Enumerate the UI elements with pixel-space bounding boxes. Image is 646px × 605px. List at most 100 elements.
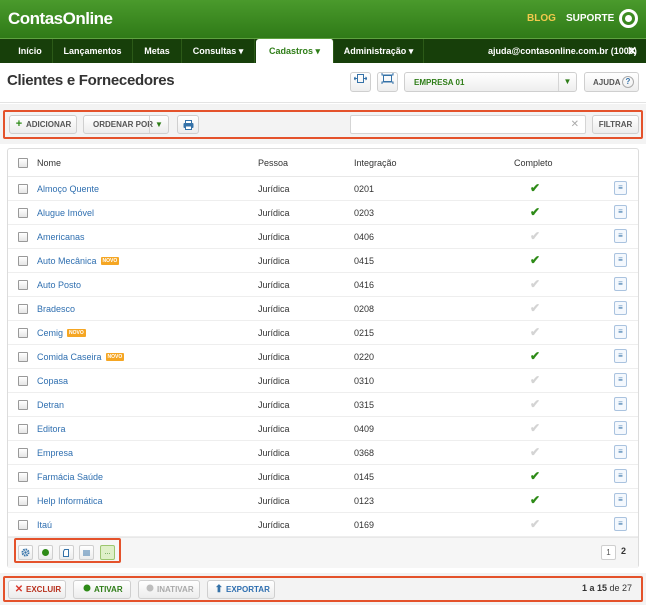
- nav-lancamentos[interactable]: Lançamentos: [53, 39, 133, 63]
- column-header-person[interactable]: Pessoa: [258, 158, 288, 168]
- expand-width-button[interactable]: [350, 72, 371, 92]
- logout-close-icon[interactable]: ✕: [627, 39, 637, 63]
- nav-administracao[interactable]: Administração ▾: [334, 39, 424, 63]
- fullscreen-button[interactable]: [377, 72, 398, 92]
- edit-document-icon[interactable]: ≡: [614, 469, 627, 483]
- edit-document-icon[interactable]: ≡: [614, 229, 627, 243]
- select-all-checkbox[interactable]: [18, 158, 28, 168]
- integration-code-cell: 0169: [354, 520, 375, 530]
- search-input[interactable]: ✕: [350, 115, 586, 134]
- client-name-link[interactable]: Detran: [37, 400, 64, 410]
- row-checkbox[interactable]: [18, 208, 28, 218]
- company-select[interactable]: EMPRESA 01 ▼: [404, 72, 577, 92]
- logo[interactable]: ContasOnline: [8, 9, 113, 29]
- row-checkbox[interactable]: [18, 256, 28, 266]
- table-row[interactable]: Cemig NOVO Jurídica 0215 ✔ ≡: [8, 321, 638, 345]
- user-account[interactable]: ajuda@contasonline.com.br (1000): [488, 39, 637, 63]
- nav-metas[interactable]: Metas: [133, 39, 182, 63]
- table-row[interactable]: Empresa Jurídica 0368 ✔ ≡: [8, 441, 638, 465]
- table-header: Nome Pessoa Integração Completo: [8, 149, 638, 177]
- client-name-link[interactable]: Copasa: [37, 376, 68, 386]
- page-2-button[interactable]: 2: [621, 546, 626, 556]
- edit-document-icon[interactable]: ≡: [614, 181, 627, 195]
- client-name-link[interactable]: Comida Caseira: [37, 352, 102, 362]
- table-row[interactable]: Americanas Jurídica 0406 ✔ ≡: [8, 225, 638, 249]
- row-name-cell: Comida Caseira NOVO: [37, 352, 125, 362]
- table-row[interactable]: Auto Mecânica NOVO Jurídica 0415 ✔ ≡: [8, 249, 638, 273]
- row-checkbox[interactable]: [18, 400, 28, 410]
- nav-inicio[interactable]: Início: [8, 39, 53, 63]
- client-name-link[interactable]: Bradesco: [37, 304, 75, 314]
- client-name-link[interactable]: Editora: [37, 424, 66, 434]
- row-checkbox[interactable]: [18, 520, 28, 530]
- person-type-cell: Jurídica: [258, 520, 290, 530]
- clear-search-icon[interactable]: ✕: [571, 119, 579, 130]
- table-row[interactable]: Comida Caseira NOVO Jurídica 0220 ✔ ≡: [8, 345, 638, 369]
- row-checkbox[interactable]: [18, 280, 28, 290]
- row-checkbox[interactable]: [18, 328, 28, 338]
- activate-button[interactable]: ATIVAR: [73, 580, 131, 599]
- row-checkbox[interactable]: [18, 424, 28, 434]
- row-checkbox[interactable]: [18, 472, 28, 482]
- delete-button[interactable]: ✕ EXCLUIR: [8, 580, 66, 599]
- print-button[interactable]: [177, 115, 199, 134]
- edit-document-icon[interactable]: ≡: [614, 493, 627, 507]
- integration-code-cell: 0310: [354, 376, 375, 386]
- edit-document-icon[interactable]: ≡: [614, 445, 627, 459]
- table-row[interactable]: Farmácia Saúde Jurídica 0145 ✔ ≡: [8, 465, 638, 489]
- filter-button[interactable]: FILTRAR: [592, 115, 639, 134]
- table-row[interactable]: Editora Jurídica 0409 ✔ ≡: [8, 417, 638, 441]
- edit-document-icon[interactable]: ≡: [614, 205, 627, 219]
- nav-cadastros[interactable]: Cadastros ▾: [256, 39, 334, 64]
- edit-document-icon[interactable]: ≡: [614, 253, 627, 267]
- edit-document-icon[interactable]: ≡: [614, 301, 627, 315]
- blog-link[interactable]: BLOG: [527, 13, 556, 24]
- order-by-dropdown[interactable]: ORDENAR POR ▼: [83, 115, 169, 134]
- column-header-name[interactable]: Nome: [37, 158, 61, 168]
- contasonline-icon[interactable]: [619, 9, 638, 28]
- client-name-link[interactable]: Americanas: [37, 232, 85, 242]
- export-button[interactable]: ⬆ EXPORTAR: [207, 580, 275, 599]
- nav-consultas[interactable]: Consultas ▾: [182, 39, 255, 63]
- client-name-link[interactable]: Help Informática: [37, 496, 103, 506]
- edit-document-icon[interactable]: ≡: [614, 349, 627, 363]
- table-row[interactable]: Copasa Jurídica 0310 ✔ ≡: [8, 369, 638, 393]
- page-1-button[interactable]: 1: [601, 545, 616, 560]
- client-name-link[interactable]: Empresa: [37, 448, 73, 458]
- client-name-link[interactable]: Almoço Quente: [37, 184, 99, 194]
- row-checkbox[interactable]: [18, 304, 28, 314]
- row-checkbox[interactable]: [18, 496, 28, 506]
- edit-document-icon[interactable]: ≡: [614, 421, 627, 435]
- deactivate-button[interactable]: INATIVAR: [138, 580, 200, 599]
- client-name-link[interactable]: Itaú: [37, 520, 52, 530]
- client-name-link[interactable]: Auto Mecânica: [37, 256, 97, 266]
- table-row[interactable]: Bradesco Jurídica 0208 ✔ ≡: [8, 297, 638, 321]
- row-checkbox[interactable]: [18, 232, 28, 242]
- support-link[interactable]: SUPORTE: [566, 13, 614, 24]
- edit-document-icon[interactable]: ≡: [614, 517, 627, 531]
- help-button[interactable]: AJUDA ?: [584, 72, 639, 92]
- table-row[interactable]: Auto Posto Jurídica 0416 ✔ ≡: [8, 273, 638, 297]
- row-checkbox[interactable]: [18, 352, 28, 362]
- edit-document-icon[interactable]: ≡: [614, 373, 627, 387]
- table-row[interactable]: Detran Jurídica 0315 ✔ ≡: [8, 393, 638, 417]
- edit-document-icon[interactable]: ≡: [614, 397, 627, 411]
- row-checkbox[interactable]: [18, 448, 28, 458]
- row-checkbox[interactable]: [18, 184, 28, 194]
- edit-document-icon[interactable]: ≡: [614, 325, 627, 339]
- person-type-cell: Jurídica: [258, 184, 290, 194]
- client-name-link[interactable]: Auto Posto: [37, 280, 81, 290]
- edit-document-icon[interactable]: ≡: [614, 277, 627, 291]
- client-name-link[interactable]: Farmácia Saúde: [37, 472, 103, 482]
- table-row[interactable]: Almoço Quente Jurídica 0201 ✔ ≡: [8, 177, 638, 201]
- client-name-link[interactable]: Alugue Imóvel: [37, 208, 94, 218]
- table-row[interactable]: Alugue Imóvel Jurídica 0203 ✔ ≡: [8, 201, 638, 225]
- add-button[interactable]: + ADICIONAR: [9, 115, 77, 134]
- person-type-cell: Jurídica: [258, 328, 290, 338]
- client-name-link[interactable]: Cemig: [37, 328, 63, 338]
- table-row[interactable]: Help Informática Jurídica 0123 ✔ ≡: [8, 489, 638, 513]
- column-header-complete[interactable]: Completo: [514, 158, 553, 168]
- column-header-integration[interactable]: Integração: [354, 158, 397, 168]
- table-row[interactable]: Itaú Jurídica 0169 ✔ ≡: [8, 513, 638, 537]
- row-checkbox[interactable]: [18, 376, 28, 386]
